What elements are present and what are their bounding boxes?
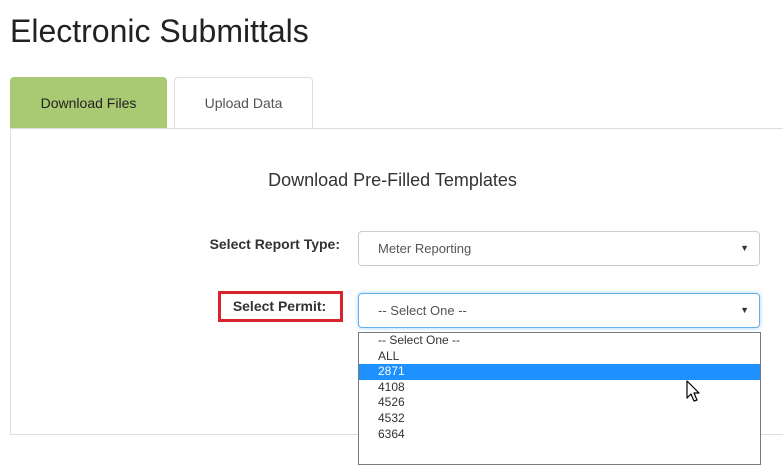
- report-type-select[interactable]: Meter Reporting ▼: [358, 231, 760, 266]
- dropdown-option[interactable]: 4532: [359, 411, 760, 427]
- dropdown-option[interactable]: -- Select One --: [359, 333, 760, 349]
- mouse-pointer-icon: [686, 380, 700, 402]
- page-title: Electronic Submittals: [10, 13, 309, 49]
- permit-label: Select Permit:: [232, 298, 327, 314]
- dropdown-option[interactable]: 6364: [359, 427, 760, 443]
- tab-download-files[interactable]: Download Files: [10, 77, 167, 129]
- dropdown-option-highlighted[interactable]: 2871: [359, 364, 760, 380]
- chevron-down-icon: ▼: [740, 305, 749, 315]
- dropdown-option[interactable]: ALL: [359, 349, 760, 365]
- section-heading: Download Pre-Filled Templates: [268, 170, 517, 190]
- permit-label-callout: Select Permit:: [218, 291, 343, 322]
- report-type-label: Select Report Type:: [209, 236, 340, 252]
- chevron-down-icon: ▼: [740, 243, 749, 253]
- permit-value: -- Select One --: [378, 303, 467, 318]
- report-type-value: Meter Reporting: [378, 241, 472, 256]
- tab-upload-data[interactable]: Upload Data: [174, 77, 313, 129]
- permit-select[interactable]: -- Select One -- ▼: [358, 293, 760, 328]
